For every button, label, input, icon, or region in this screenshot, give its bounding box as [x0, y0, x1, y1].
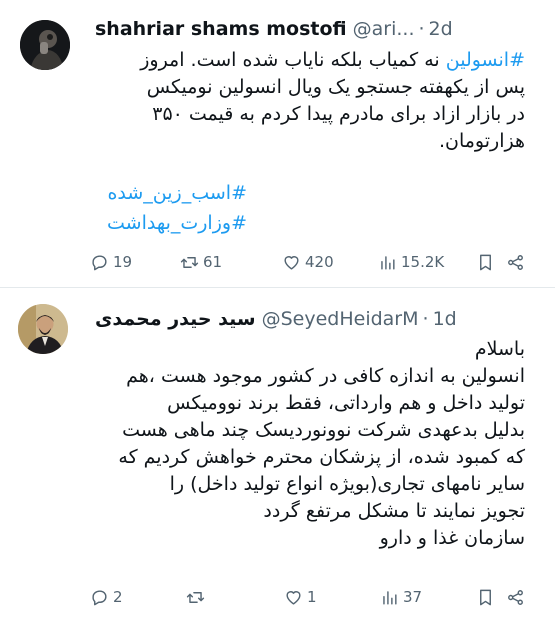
tweet-text-fragment: نه کمیاب بلکه نایاب شده است. امروز: [140, 49, 446, 71]
hashtag-link[interactable]: #اسب_زین_شده: [95, 178, 247, 208]
avatar[interactable]: [18, 304, 68, 354]
tweet-text-line: پس از یکهفته جستجو یک ویال انسولین نومیک…: [146, 76, 525, 98]
like-button[interactable]: 1: [284, 585, 317, 609]
tweet-text-line: سازمان غذا و دارو: [379, 527, 525, 549]
like-count: 1: [307, 588, 317, 606]
tweet-2[interactable]: سید حیدر محمدی @SeyedHeidarM · 1d باسلام…: [0, 288, 555, 637]
action-bar: 19 61 420 15.2K: [90, 250, 530, 274]
tweet-text-line: بدلیل بدعهدی شرکت نوونوردیسک چند ماهی هس…: [122, 419, 525, 441]
share-icon: [508, 589, 523, 605]
tweet-text: باسلام انسولین به اندازه کافی در کشور مو…: [95, 336, 525, 552]
views-button[interactable]: 15.2K: [378, 250, 444, 274]
reply-count: 2: [113, 588, 123, 606]
author-handle[interactable]: @ari...: [353, 18, 415, 40]
retweet-button[interactable]: [186, 585, 209, 609]
tweet-header: سید حیدر محمدی @SeyedHeidarM · 1d: [95, 306, 457, 332]
bookmark-button[interactable]: [476, 250, 495, 274]
views-count: 37: [403, 588, 423, 606]
tweet-header: shahriar shams mostofi @ari... · 2d: [95, 16, 453, 42]
timestamp[interactable]: 2d: [429, 18, 453, 40]
views-icon: [381, 255, 395, 270]
hashtag-link[interactable]: #انسولین: [446, 49, 525, 71]
tweet-text: #انسولین نه کمیاب بلکه نایاب شده است. ام…: [95, 47, 525, 155]
tweet-text-line: در بازار ازاد برای مادرم پیدا کردم به قی…: [152, 103, 525, 125]
timestamp[interactable]: 1d: [433, 308, 457, 330]
bookmark-icon: [480, 589, 491, 605]
tweet-text-line: سایر نامهای تجاری(بویژه انواع تولید داخل…: [169, 473, 525, 495]
author-name[interactable]: shahriar shams mostofi: [95, 18, 347, 40]
avatar[interactable]: [20, 20, 70, 70]
tweet-text-line: تجویز نمایند تا مشکل مرتفع گردد: [263, 500, 525, 522]
heart-icon: [284, 255, 299, 270]
action-bar: 2 1 37: [90, 585, 530, 609]
reply-button[interactable]: 19: [90, 250, 132, 274]
avatar-photo-icon: [18, 304, 68, 354]
tweet-text-line: تولید داخل و هم وارداتی، فقط برند نوومیک…: [167, 392, 525, 414]
views-count: 15.2K: [401, 253, 445, 271]
share-button[interactable]: [506, 250, 525, 274]
author-name[interactable]: سید حیدر محمدی: [95, 308, 256, 330]
retweet-count: 61: [203, 253, 223, 271]
reply-icon: [92, 254, 107, 270]
tweet-text-line: #انسولین نه کمیاب بلکه نایاب شده است. ام…: [95, 47, 525, 74]
tweet-text-line: هزارتومان.: [438, 130, 525, 152]
author-handle[interactable]: @SeyedHeidarM: [262, 308, 419, 330]
tweet-text-line: باسلام: [474, 338, 525, 360]
retweet-icon: [180, 256, 199, 268]
tweet-text-line: که کمبود شده، از پزشکان محترم خواهش کردی…: [118, 446, 525, 468]
reply-icon: [92, 589, 107, 605]
like-button[interactable]: 420: [282, 250, 334, 274]
hashtag-link[interactable]: #وزارت_بهداشت: [95, 208, 247, 238]
bookmark-icon: [480, 254, 491, 270]
retweet-icon: [186, 591, 205, 603]
avatar-photo-icon: [20, 20, 70, 70]
views-button[interactable]: 37: [380, 585, 422, 609]
views-icon: [383, 590, 397, 605]
tweet-1[interactable]: shahriar shams mostofi @ari... · 2d #انس…: [0, 0, 555, 288]
heart-icon: [286, 590, 301, 605]
share-button[interactable]: [506, 585, 525, 609]
bookmark-button[interactable]: [476, 585, 495, 609]
retweet-button[interactable]: 61: [180, 250, 222, 274]
separator-dot: ·: [422, 308, 429, 330]
tweet-text-line: انسولین به اندازه کافی در کشور موجود هست…: [126, 365, 525, 387]
separator-dot: ·: [418, 18, 425, 40]
like-count: 420: [305, 253, 334, 271]
reply-button[interactable]: 2: [90, 585, 123, 609]
reply-count: 19: [113, 253, 133, 271]
share-icon: [508, 254, 523, 270]
hashtag-list: #اسب_زین_شده #وزارت_بهداشت: [95, 178, 247, 238]
